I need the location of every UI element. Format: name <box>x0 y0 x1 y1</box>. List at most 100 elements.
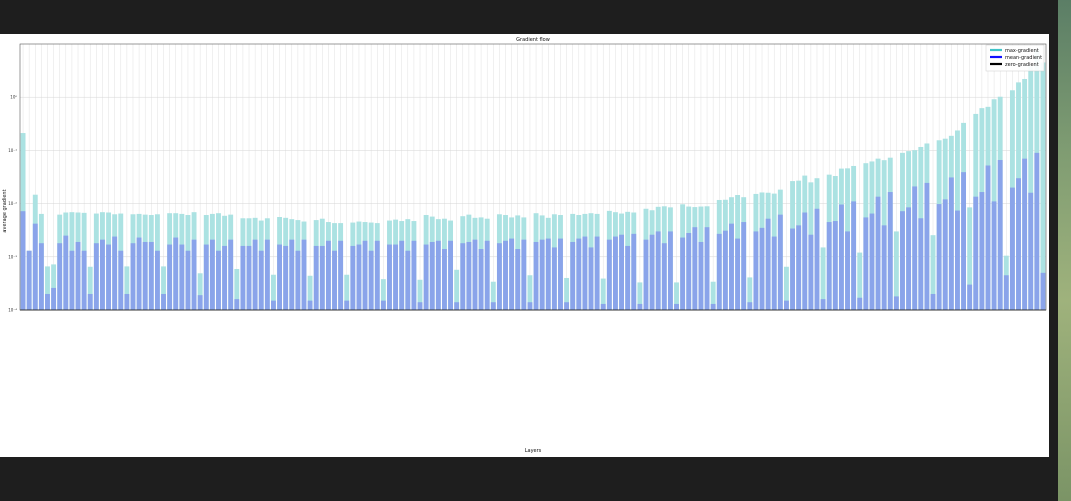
bar-mean-gradient <box>496 243 502 310</box>
bar-mean-gradient <box>258 250 264 310</box>
bar-mean-gradient <box>649 234 655 310</box>
bar-mean-gradient <box>435 240 441 310</box>
bar-mean-gradient <box>735 238 741 310</box>
bar-mean-gradient <box>747 302 753 310</box>
bar-mean-gradient <box>1003 275 1009 310</box>
bar-mean-gradient <box>826 222 832 310</box>
bar-mean-gradient <box>93 243 99 310</box>
bar-mean-gradient <box>912 186 918 310</box>
bar-mean-gradient <box>558 238 563 310</box>
bar-mean-gradient <box>338 240 344 310</box>
legend-label-max: max-gradient <box>1005 48 1039 54</box>
bar-mean-gradient <box>704 227 710 310</box>
chart-legend: max-gradient mean-gradient zero-gradient <box>985 44 1045 72</box>
y-tick-label: 10⁻³ <box>8 254 17 259</box>
gradient-flow-chart: Gradient flow average gradient Layers 10… <box>2 37 1047 454</box>
bar-mean-gradient <box>619 234 624 310</box>
bar-mean-gradient <box>148 241 154 310</box>
bar-mean-gradient <box>106 244 111 310</box>
bar-mean-gradient <box>997 160 1003 310</box>
bar-mean-gradient <box>356 244 362 310</box>
bar-mean-gradient <box>118 250 124 310</box>
bar-mean-gradient <box>521 239 527 310</box>
bar-mean-gradient <box>112 236 118 310</box>
bar-mean-gradient <box>613 236 618 310</box>
bar-mean-gradient <box>729 223 734 310</box>
bar-mean-gradient <box>100 239 105 310</box>
bar-mean-gradient <box>179 244 185 310</box>
legend-label-mean: mean-gradient <box>1005 55 1042 61</box>
bar-mean-gradient <box>26 250 32 310</box>
bar-mean-gradient <box>722 230 728 310</box>
bar-mean-gradient <box>1009 187 1015 310</box>
bar-mean-gradient <box>442 249 447 310</box>
bar-mean-gradient <box>637 303 643 310</box>
bar-mean-gradient <box>478 249 484 310</box>
bar-mean-gradient <box>741 222 747 310</box>
bar-mean-gradient <box>582 236 588 310</box>
bar-mean-gradient <box>979 192 985 310</box>
bar-mean-gradient <box>454 302 460 310</box>
bar-mean-gradient <box>594 236 600 310</box>
bar-mean-gradient <box>32 223 38 310</box>
bar-mean-gradient <box>631 233 637 310</box>
bar-mean-gradient <box>838 204 844 310</box>
bar-mean-gradient <box>527 302 533 310</box>
bar-mean-gradient <box>20 211 26 310</box>
bar-mean-gradient <box>240 245 246 310</box>
bar-mean-gradient <box>655 231 661 310</box>
chart-figure: Gradient flow average gradient Layers 10… <box>0 34 1049 457</box>
bar-mean-gradient <box>319 245 325 310</box>
bar-mean-gradient <box>283 245 289 310</box>
bar-mean-gradient <box>460 243 466 310</box>
legend-label-zero: zero-gradient <box>1005 62 1039 68</box>
bar-mean-gradient <box>759 227 765 310</box>
bar-mean-gradient <box>796 225 802 310</box>
bar-mean-gradient <box>344 300 350 310</box>
bar-mean-gradient <box>301 239 307 310</box>
bar-mean-gradient <box>887 192 893 310</box>
bar-mean-gradient <box>490 302 496 310</box>
bar-mean-gradient <box>753 231 759 310</box>
bar-mean-gradient <box>692 227 698 310</box>
bar-mean-gradient <box>45 293 50 310</box>
bar-mean-gradient <box>906 207 912 310</box>
bar-mean-gradient <box>142 241 148 310</box>
bar-series <box>20 49 1046 311</box>
bar-mean-gradient <box>161 293 166 310</box>
bar-mean-gradient <box>216 250 221 310</box>
bar-mean-gradient <box>289 239 295 310</box>
bar-mean-gradient <box>332 250 337 310</box>
bar-mean-gradient <box>423 244 429 310</box>
bar-mean-gradient <box>124 293 130 310</box>
bar-mean-gradient <box>600 303 606 310</box>
bar-mean-gradient <box>955 210 960 310</box>
bar-mean-gradient <box>1040 272 1046 310</box>
bar-mean-gradient <box>191 239 197 310</box>
bar-mean-gradient <box>869 213 875 310</box>
bar-mean-gradient <box>167 244 173 310</box>
bar-mean-gradient <box>154 250 160 310</box>
bar-mean-gradient <box>802 212 808 310</box>
bar-mean-gradient <box>545 238 551 310</box>
bar-mean-gradient <box>466 241 472 310</box>
bar-mean-gradient <box>991 201 997 310</box>
bar-mean-gradient <box>136 237 142 310</box>
bar-mean-gradient <box>51 287 57 310</box>
bar-mean-gradient <box>63 235 69 310</box>
bar-mean-gradient <box>69 250 75 310</box>
bar-mean-gradient <box>710 303 716 310</box>
bar-mean-gradient <box>362 240 368 310</box>
bar-mean-gradient <box>185 250 191 310</box>
bar-mean-gradient <box>246 245 252 310</box>
bar-mean-gradient <box>271 300 276 310</box>
bar-mean-gradient <box>1022 158 1028 310</box>
bar-mean-gradient <box>930 293 936 310</box>
y-tick-label: 10⁻⁴ <box>8 308 17 313</box>
bar-mean-gradient <box>924 182 930 310</box>
bar-mean-gradient <box>87 293 93 310</box>
bar-mean-gradient <box>57 243 63 310</box>
bar-mean-gradient <box>643 239 649 310</box>
bar-mean-gradient <box>234 299 240 310</box>
bar-mean-gradient <box>429 241 435 310</box>
